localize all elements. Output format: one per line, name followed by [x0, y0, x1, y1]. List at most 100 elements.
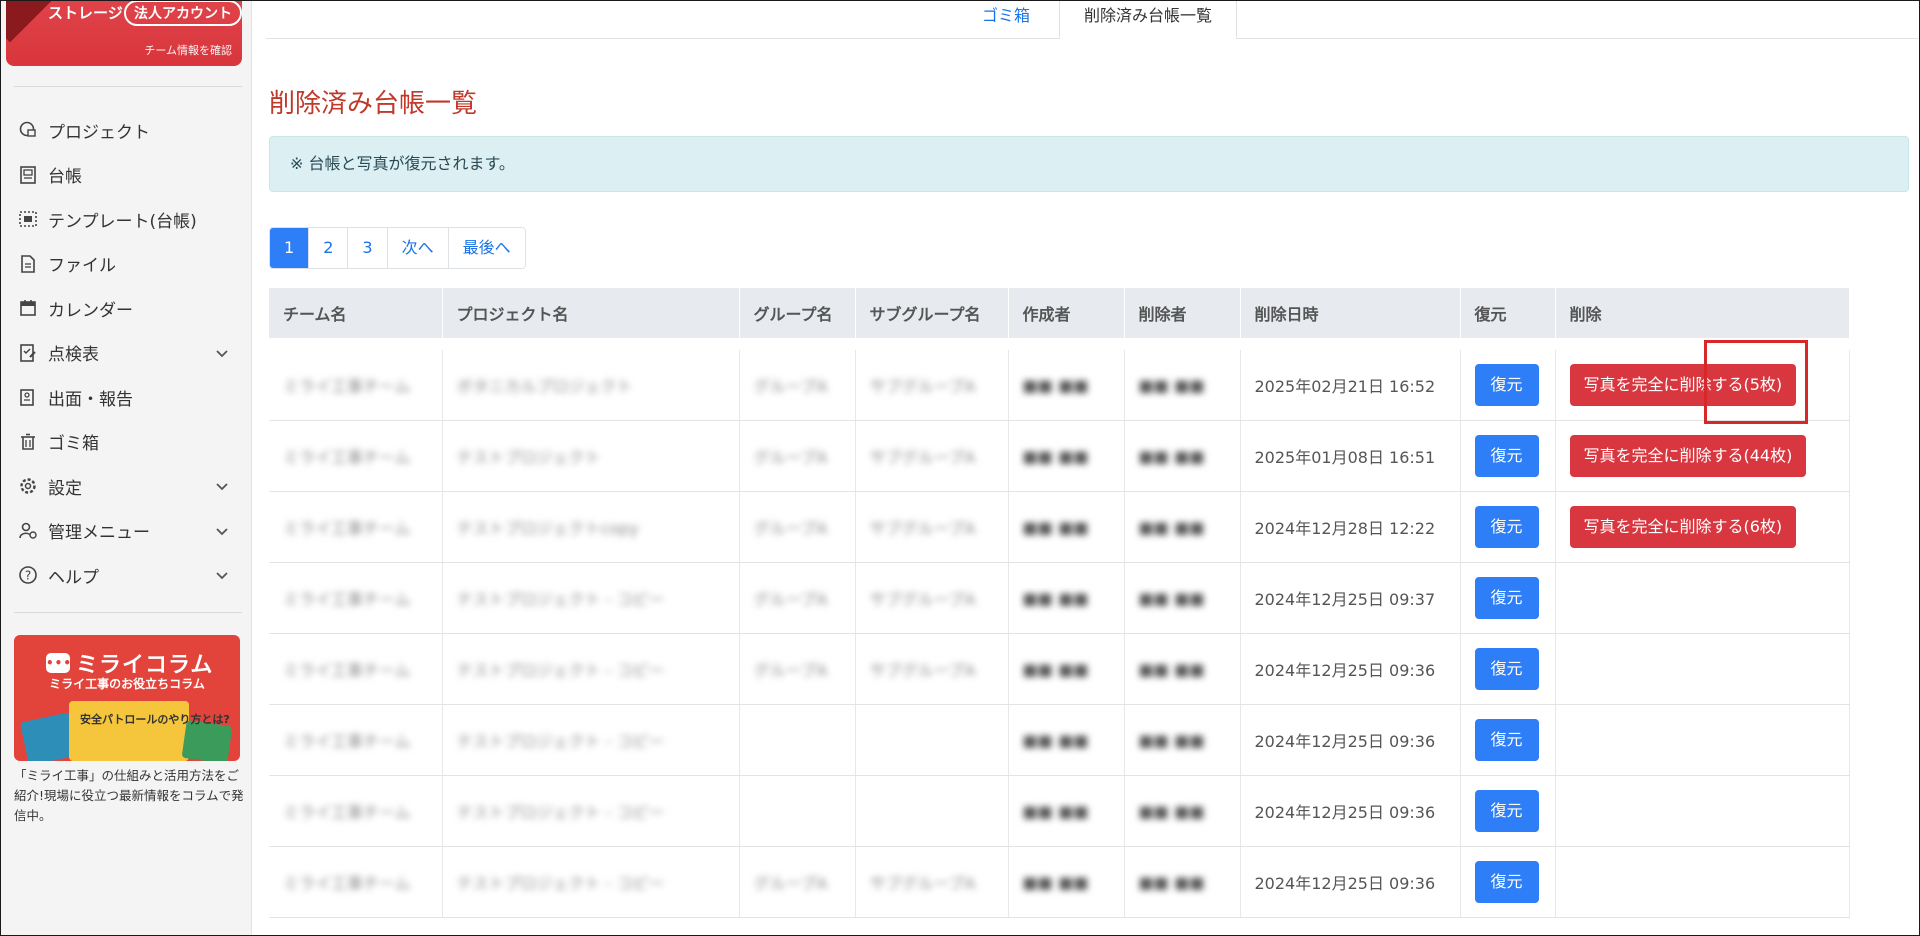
sidebar-item-gear[interactable]: 設定	[0, 464, 252, 509]
sidebar-item-trash[interactable]: ゴミ箱	[0, 420, 252, 465]
chevron-down-icon[interactable]	[214, 345, 230, 361]
page-link-1[interactable]: 1	[270, 228, 310, 268]
redacted-project: テストプロジェクト	[456, 448, 601, 467]
delete-photos-button[interactable]: 写真を完全に削除する(5枚)	[1569, 364, 1797, 406]
cell-restore: 復元	[1460, 350, 1556, 421]
cell-restore: 復元	[1460, 704, 1556, 776]
sidebar-item-label: ゴミ箱	[48, 434, 99, 455]
storage-card[interactable]: ストレージ 法人アカウント チーム情報を確認	[6, 0, 242, 66]
sidebar-item-label: 出面・報告	[48, 389, 133, 410]
sidebar-nav: プロジェクト台帳テンプレート(台帳) ファイル カレンダー 点検表出面・報告ゴミ箱設定…	[0, 108, 252, 598]
restore-button[interactable]: 復元	[1474, 790, 1539, 832]
table-spacer	[269, 338, 1849, 350]
deleted-ledger-table: チーム名 プロジェクト名 グループ名 サブグループ名 作成者 削除者 削除日時 復元 削除 ミラ…	[269, 288, 1850, 918]
cell-delete	[1555, 704, 1850, 776]
redacted-group: グループA	[753, 661, 828, 680]
cell-date: 2024年12月25日 09:36	[1240, 704, 1461, 776]
page-title: 削除済み台帳一覧	[269, 89, 478, 120]
cell-group: グループA	[739, 420, 856, 492]
cell-creator: ■■ ■■	[1008, 562, 1125, 634]
tab-trash[interactable]: ゴミ箱	[971, 0, 1041, 38]
cell-date: 2024年12月28日 12:22	[1240, 491, 1461, 563]
page-link-last[interactable]: 最後へ	[448, 228, 525, 268]
table-row: ミライ工事チーム テストプロジェクト - コピー ■■ ■■ ■■ ■■ 2024年12…	[269, 704, 1850, 776]
calendar-icon	[16, 296, 40, 320]
sidebar-item-label: ヘルプ	[48, 567, 99, 588]
redacted-subgroup: サブグループA	[869, 448, 976, 467]
restore-button[interactable]: 復元	[1474, 719, 1539, 761]
cell-project: テストプロジェクト - コピー	[442, 775, 740, 847]
table-row: ミライ工事チーム テストプロジェクト - コピー グループA サブグループA ■■ ■■…	[269, 562, 1850, 634]
cell-restore: 復元	[1460, 420, 1556, 492]
cell-subgroup	[855, 775, 1009, 847]
ledger-icon	[16, 163, 40, 187]
cell-group: グループA	[739, 491, 856, 563]
sidebar-item-calendar[interactable]: カレンダー	[0, 286, 252, 331]
redacted-creator: ■■ ■■	[1022, 730, 1089, 750]
chevron-down-icon[interactable]	[214, 478, 230, 494]
sidebar-item-template[interactable]: テンプレート(台帳)	[0, 197, 252, 242]
page-link-next[interactable]: 次へ	[387, 228, 449, 268]
sidebar-item-project[interactable]: プロジェクト	[0, 108, 252, 153]
mirai-column-banner[interactable]: ••• ミライコラム ミライ工事のお役立ちコラム 安全パトロールのやり方とは?	[14, 635, 240, 761]
sidebar-item-admin[interactable]: 管理メニュー	[0, 509, 252, 554]
table-row: ミライ工事チーム テストプロジェクト - コピー ■■ ■■ ■■ ■■ 2024年12…	[269, 775, 1850, 847]
cell-delete	[1555, 562, 1850, 634]
redacted-project: テストプロジェクトcopy	[456, 519, 639, 538]
column-header: グループ名	[739, 288, 856, 338]
cell-delete	[1555, 633, 1850, 705]
cell-creator: ■■ ■■	[1008, 704, 1125, 776]
redacted-team: ミライ工事チーム	[283, 448, 411, 467]
tab-deleted-ledgers[interactable]: 削除済み台帳一覧	[1059, 0, 1237, 39]
team-info-link[interactable]: チーム情報を確認	[144, 42, 232, 58]
page-link-3[interactable]: 3	[348, 228, 388, 268]
cell-subgroup: サブグループA	[855, 846, 1009, 918]
svg-text:?: ?	[25, 569, 31, 583]
cell-team: ミライ工事チーム	[269, 420, 443, 492]
cell-deleter: ■■ ■■	[1124, 846, 1241, 918]
cell-date: 2025年01月08日 16:51	[1240, 420, 1461, 492]
delete-photos-button[interactable]: 写真を完全に削除する(6枚)	[1569, 506, 1797, 548]
restore-button[interactable]: 復元	[1474, 577, 1539, 619]
gear-icon	[16, 474, 40, 498]
delete-photos-button[interactable]: 写真を完全に削除する(44枚)	[1569, 435, 1807, 477]
cell-deleter: ■■ ■■	[1124, 775, 1241, 847]
cell-project: テストプロジェクト - コピー	[442, 562, 740, 634]
restore-button[interactable]: 復元	[1474, 506, 1539, 548]
redacted-creator: ■■ ■■	[1022, 446, 1089, 466]
cell-delete	[1555, 846, 1850, 918]
cell-creator: ■■ ■■	[1008, 633, 1125, 705]
chevron-down-icon[interactable]	[214, 567, 230, 583]
redacted-project: ボタニカルプロジェクト	[456, 377, 633, 396]
main-content: ゴミ箱 削除済み台帳一覧 削除済み台帳一覧 ※ 台帳と写真が復元されます。 12…	[252, 0, 1920, 936]
page-link-2[interactable]: 2	[309, 228, 349, 268]
column-header: プロジェクト名	[442, 288, 740, 338]
column-header: 削除日時	[1240, 288, 1461, 338]
redacted-project: テストプロジェクト - コピー	[456, 732, 665, 751]
sidebar-item-label: 台帳	[48, 167, 82, 188]
cell-restore: 復元	[1460, 633, 1556, 705]
restore-button[interactable]: 復元	[1474, 861, 1539, 903]
cell-date: 2024年12月25日 09:36	[1240, 846, 1461, 918]
sidebar-item-help[interactable]: ? ヘルプ	[0, 553, 252, 598]
redacted-project: テストプロジェクト - コピー	[456, 661, 665, 680]
restore-button[interactable]: 復元	[1474, 364, 1539, 406]
cell-restore: 復元	[1460, 775, 1556, 847]
cell-date: 2024年12月25日 09:37	[1240, 562, 1461, 634]
cell-creator: ■■ ■■	[1008, 775, 1125, 847]
sidebar-item-file[interactable]: ファイル	[0, 242, 252, 287]
table-row: ミライ工事チーム テストプロジェクト - コピー グループA サブグループA ■■ ■■…	[269, 633, 1850, 705]
cell-delete	[1555, 775, 1850, 847]
cell-delete: 写真を完全に削除する(6枚)	[1555, 491, 1850, 563]
sidebar-item-checklist[interactable]: 点検表	[0, 331, 252, 376]
redacted-group: グループA	[753, 874, 828, 893]
cell-date: 2024年12月25日 09:36	[1240, 633, 1461, 705]
cell-date: 2025年02月21日 16:52	[1240, 350, 1461, 421]
restore-button[interactable]: 復元	[1474, 435, 1539, 477]
sidebar-item-report[interactable]: 出面・報告	[0, 375, 252, 420]
restore-button[interactable]: 復元	[1474, 648, 1539, 690]
chevron-down-icon[interactable]	[214, 523, 230, 539]
sidebar-item-ledger[interactable]: 台帳	[0, 153, 252, 198]
cell-project: テストプロジェクト - コピー	[442, 633, 740, 705]
redacted-team: ミライ工事チーム	[283, 590, 411, 609]
